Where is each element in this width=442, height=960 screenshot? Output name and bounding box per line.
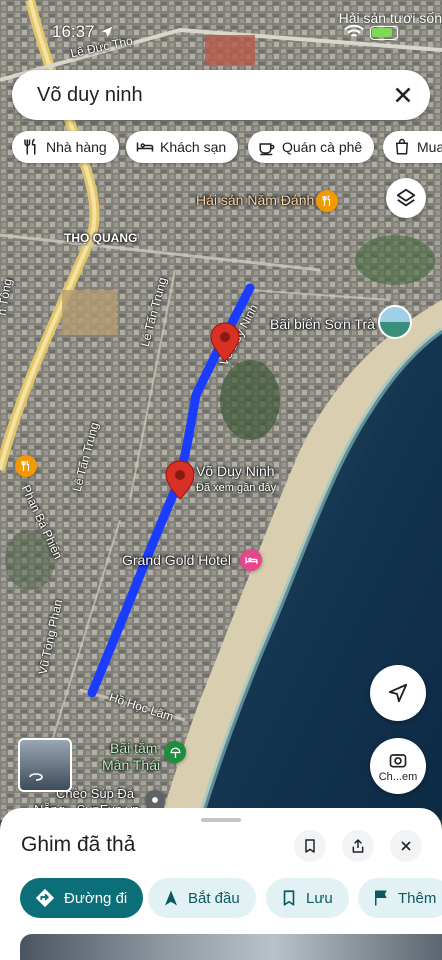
status-bar: 16:37 Hải sản tươi sốn (0, 0, 442, 41)
place-photos[interactable] (20, 934, 442, 960)
share-icon (352, 839, 364, 853)
action-buttons: Đường đi Bắt đầu Lưu Thêm (0, 878, 442, 918)
share-button[interactable] (342, 830, 374, 862)
chip-label: Mua (417, 139, 442, 155)
bookmark-icon (305, 839, 315, 853)
layers-button[interactable] (386, 178, 426, 218)
camera-button-label: Ch...em (378, 770, 418, 783)
wifi-icon (344, 24, 364, 38)
hotel-icon (136, 142, 154, 152)
action-label: Thêm (398, 889, 437, 907)
chip-hotels[interactable]: Khách sạn (126, 131, 239, 163)
poi-label-man-thai[interactable]: Mân Thái (102, 757, 160, 773)
street-view-thumbnail[interactable] (18, 738, 72, 792)
directions-icon (35, 888, 55, 908)
my-location-button[interactable] (370, 665, 426, 721)
navigation-arrow-icon (388, 683, 408, 703)
map-pin-icon[interactable] (210, 322, 240, 362)
action-label: Đường đi (64, 889, 128, 907)
map-view[interactable]: Lê Đức Thọ THỌ QUANG Lê Tấn Trung Lê Tấn… (0, 0, 442, 820)
lens-camera-button[interactable]: Ch...em (370, 738, 426, 794)
save-button[interactable] (294, 830, 326, 862)
poi-label-bai-bien-son-tra[interactable]: Bãi biển Sơn Trà (270, 316, 375, 332)
poi-label-hai-san[interactable]: Hải sản Năm Đảnh (196, 192, 314, 208)
location-arrow-icon (101, 26, 113, 38)
dropped-pin-icon[interactable] (165, 460, 195, 500)
search-query[interactable]: Võ duy ninh (37, 84, 143, 107)
bookmark-icon (283, 890, 295, 906)
close-icon[interactable] (390, 82, 416, 108)
battery-icon (370, 26, 398, 40)
pin-label-vo-duy-ninh[interactable]: Võ Duy Ninh (196, 463, 275, 479)
road-label-tho-quang: THỌ QUANG (64, 231, 138, 245)
flag-icon (375, 890, 387, 906)
chip-shopping[interactable]: Mua (383, 131, 442, 163)
close-sheet-button[interactable] (390, 830, 422, 862)
hotel-poi-icon[interactable] (240, 549, 262, 571)
bottom-sheet[interactable]: Ghim đã thả Đường đi Bắt đầu Lưu Thêm (0, 808, 442, 960)
coffee-icon (259, 143, 275, 156)
search-bar[interactable]: Võ duy ninh (12, 70, 430, 120)
chip-label: Khách sạn (160, 139, 227, 155)
close-icon (401, 841, 411, 851)
poi-label-grand-gold-hotel[interactable]: Grand Gold Hotel (122, 552, 231, 568)
poi-label-bai-tam[interactable]: Bãi tắm (110, 740, 157, 756)
chip-coffee[interactable]: Quán cà phê (248, 131, 375, 163)
restaurant-poi-icon[interactable] (316, 190, 338, 212)
pin-subtitle: Đã xem gần đây (196, 482, 277, 494)
add-label-button[interactable]: Thêm (358, 878, 442, 918)
activity-poi-icon[interactable] (145, 790, 165, 810)
street-view-rotate-icon (29, 773, 43, 781)
beach-poi-icon[interactable] (164, 741, 186, 763)
chip-restaurants[interactable]: Nhà hàng (12, 131, 119, 163)
chip-label: Quán cà phê (282, 139, 363, 155)
restaurant-poi-icon-2[interactable] (15, 455, 37, 477)
save-action-button[interactable]: Lưu (266, 878, 349, 918)
directions-button[interactable]: Đường đi (20, 878, 144, 918)
chip-label: Nhà hàng (46, 139, 107, 155)
category-chips: Nhà hàng Khách sạn Quán cà phê Mua (0, 131, 442, 165)
beach-photo-thumbnail[interactable] (378, 305, 412, 339)
action-label: Bắt đầu (188, 889, 240, 907)
shopping-bag-icon (395, 138, 409, 155)
status-time: 16:37 (52, 22, 95, 41)
navigation-arrow-icon (165, 890, 177, 906)
restaurant-icon (24, 138, 36, 155)
drag-handle[interactable] (201, 818, 241, 822)
sheet-title: Ghim đã thả (21, 833, 136, 856)
action-label: Lưu (306, 889, 333, 907)
start-button[interactable]: Bắt đầu (148, 878, 256, 918)
layers-icon (396, 188, 416, 207)
camera-icon (389, 753, 407, 767)
